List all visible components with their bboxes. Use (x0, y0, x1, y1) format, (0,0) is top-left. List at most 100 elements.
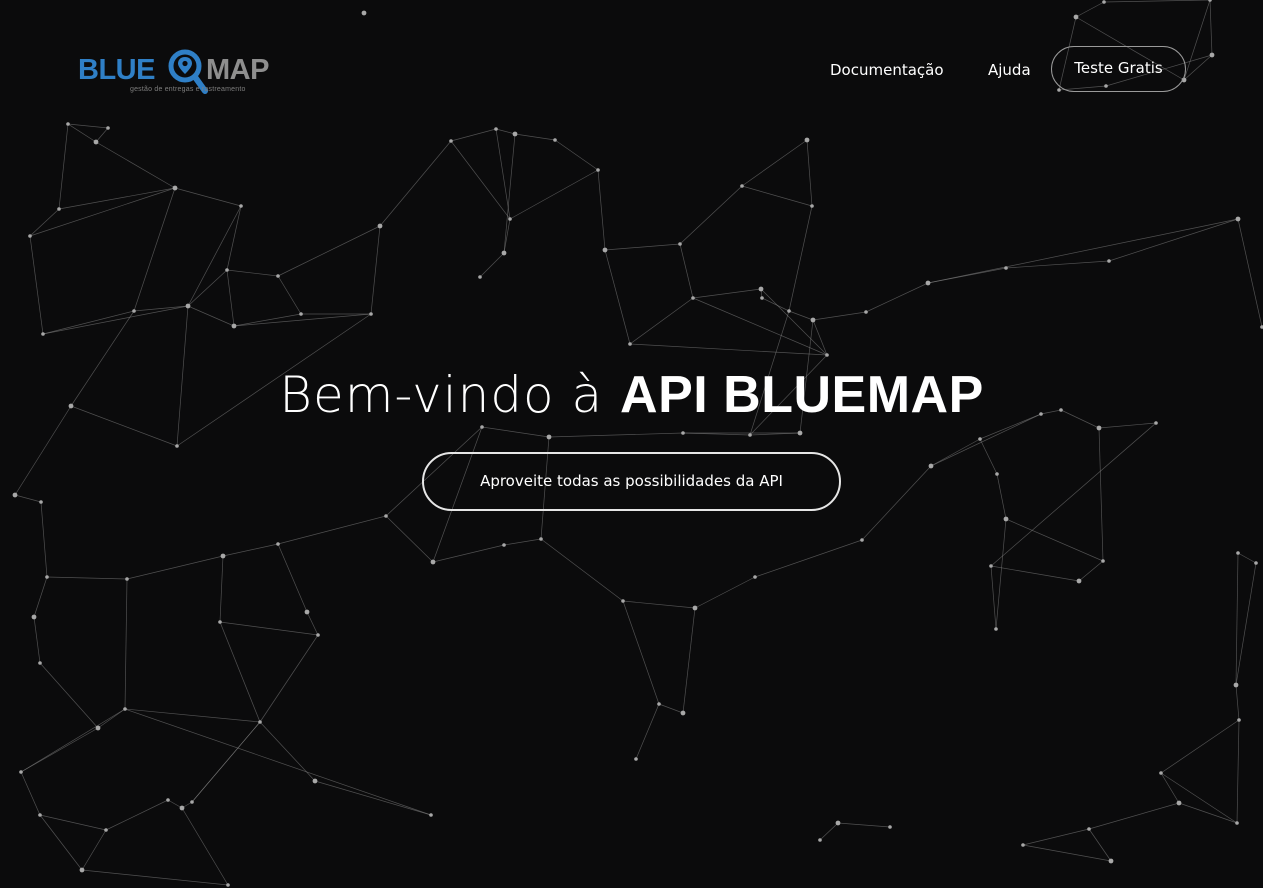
network-node (502, 543, 506, 547)
network-link (629, 297, 694, 345)
network-node (508, 217, 512, 221)
network-node (978, 437, 982, 441)
network-link (42, 305, 189, 335)
network-node (657, 702, 661, 706)
network-node (989, 564, 993, 568)
network-node (28, 234, 32, 238)
network-link (105, 799, 169, 831)
network-link (385, 515, 434, 563)
network-link (861, 465, 932, 541)
network-node (501, 250, 507, 256)
network-node (818, 838, 822, 842)
network-link (812, 311, 867, 321)
network-node (166, 798, 170, 802)
brand-tagline: gestão de entregas e rastreamento (130, 86, 246, 93)
network-link (219, 555, 224, 623)
network-link (1078, 560, 1104, 582)
network-node (239, 204, 243, 208)
network-link (1178, 802, 1238, 824)
network-link (277, 515, 387, 545)
network-node (1004, 266, 1008, 270)
network-link (927, 218, 1239, 284)
network-node (804, 137, 810, 143)
network-node (125, 577, 129, 581)
network-node (190, 800, 194, 804)
network-node (31, 614, 37, 620)
network-link (58, 187, 176, 210)
network-link (760, 288, 828, 356)
brand-name-blue: BLUE (78, 54, 155, 86)
network-link (81, 869, 229, 886)
network-node (377, 223, 383, 229)
network-link (806, 139, 813, 207)
network-link (450, 140, 511, 220)
network-link (167, 799, 183, 809)
network-link (259, 634, 319, 723)
network-link (1005, 260, 1110, 269)
network-node (888, 825, 892, 829)
network-link (124, 708, 432, 816)
network-node (692, 605, 698, 611)
network-node (276, 274, 280, 278)
network-link (692, 288, 762, 299)
brand-logo[interactable]: BLUE MAP gestão de entregas e rastreamen… (78, 46, 278, 96)
network-link (432, 544, 505, 563)
network-link (187, 205, 242, 307)
network-link (503, 538, 542, 546)
network-node (1087, 827, 1091, 831)
network-link (39, 662, 99, 729)
network-link (754, 539, 863, 578)
network-link (1160, 772, 1238, 824)
network-node (925, 280, 931, 286)
free-trial-button[interactable]: Teste Gratis (1051, 46, 1186, 92)
network-link (1160, 719, 1240, 774)
network-node (787, 309, 791, 313)
network-link (1022, 828, 1090, 846)
network-node (1235, 216, 1241, 222)
network-node (41, 332, 45, 336)
network-node (449, 139, 453, 143)
network-link (1160, 772, 1180, 804)
nav-link-ajuda[interactable]: Ajuda (988, 61, 1031, 79)
network-link (40, 501, 48, 578)
network-link (95, 141, 176, 189)
network-link (503, 133, 516, 254)
network-node (1107, 259, 1111, 263)
network-link (29, 187, 176, 237)
network-node (258, 720, 262, 724)
network-node (1254, 561, 1258, 565)
nav-link-documentacao[interactable]: Documentação (830, 61, 944, 79)
network-link (930, 438, 981, 467)
network-link (277, 225, 381, 277)
free-trial-button-label: Teste Gratis (1074, 59, 1163, 77)
network-node (185, 303, 191, 309)
network-node (512, 131, 518, 137)
network-link (226, 205, 242, 271)
network-node (299, 312, 303, 316)
network-node (172, 185, 178, 191)
network-link (622, 600, 696, 609)
network-link (996, 473, 1007, 520)
network-link (81, 829, 107, 871)
network-node (860, 538, 864, 542)
explore-api-button[interactable]: Aproveite todas as possibilidades da API (422, 452, 841, 511)
network-link (622, 600, 660, 705)
network-link (1098, 427, 1104, 562)
network-link (124, 578, 128, 710)
network-node (304, 609, 310, 615)
network-node (123, 707, 127, 711)
network-node (760, 296, 764, 300)
network-link (692, 297, 828, 356)
network-link (233, 313, 372, 327)
network-link (741, 185, 813, 207)
network-link (133, 187, 176, 312)
network-node (1003, 516, 1009, 522)
network-node (1021, 843, 1025, 847)
network-link (741, 139, 808, 187)
network-node (430, 559, 436, 565)
network-link (126, 555, 224, 580)
network-link (990, 565, 1080, 582)
network-node (45, 575, 49, 579)
network-link (1235, 684, 1240, 721)
site-header: BLUE MAP gestão de entregas e rastreamen… (0, 0, 1263, 130)
